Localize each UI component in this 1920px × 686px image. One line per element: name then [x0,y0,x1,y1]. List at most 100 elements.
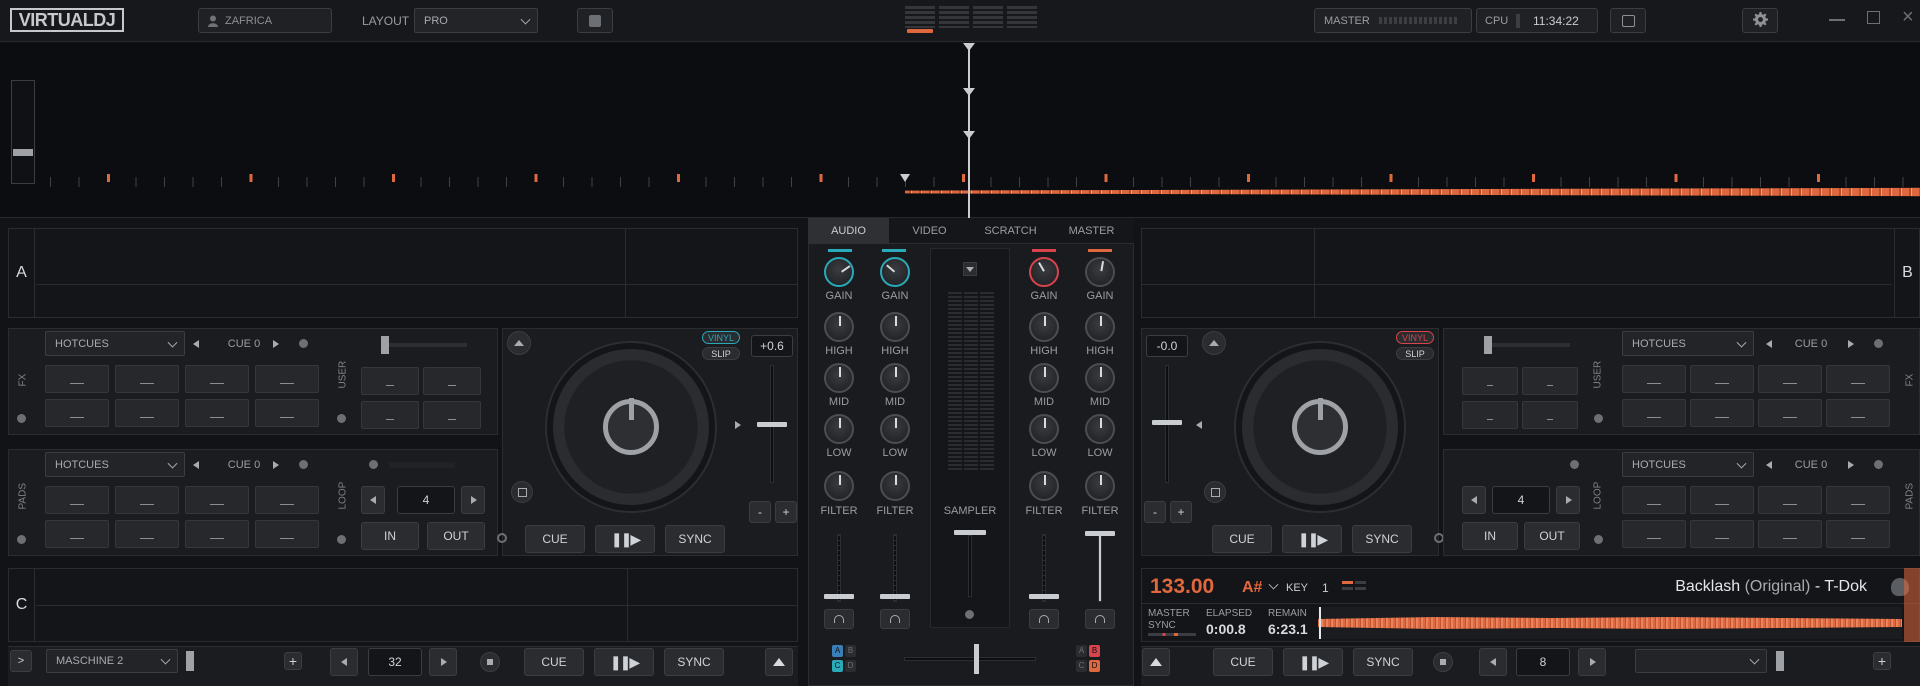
deck-c-loop-halve-button[interactable] [330,648,358,676]
deck-b-pad-7[interactable] [1758,399,1822,427]
deck-c-waveform-panel[interactable]: C [8,568,798,642]
deck-b-loop-dot[interactable] [1594,535,1603,544]
deck-a-loop-halve-button[interactable] [361,486,385,514]
deck-a-cue-prev-top[interactable] [193,340,199,348]
settings-button[interactable] [1742,8,1778,33]
deck-b-pad-12[interactable] [1826,486,1890,514]
deck-a-loop-out-button[interactable]: OUT [427,522,485,550]
deck-a-pad-7[interactable] [185,399,249,427]
deck-a-user-pad-3[interactable] [361,401,419,429]
deck-b-record-dot-top[interactable] [1874,339,1883,348]
deck-a-slip-toggle[interactable]: SLIP [702,347,740,360]
tab-master[interactable]: MASTER [1051,218,1132,244]
deck-b-pad-3[interactable] [1758,365,1822,393]
deck-b-cue-button[interactable]: CUE [1212,525,1272,553]
deck-b-stop-button[interactable] [1433,652,1453,672]
deck-b-pad-9[interactable] [1622,486,1686,514]
deck-b-loop-in-button[interactable]: IN [1462,522,1518,550]
deck-a-loop-dot[interactable] [337,535,346,544]
deck-layout-switcher[interactable] [905,6,1037,34]
deck-b-loop-double-button[interactable] [1556,486,1580,514]
ch3-mid-knob[interactable] [1029,363,1059,393]
deck-a-cue-next-top[interactable] [273,340,279,348]
deck-b-hotcues-select-top[interactable]: HOTCUES [1622,331,1754,356]
deck-b-eject-button[interactable] [1202,331,1226,355]
deck-b-pitch-minus[interactable]: - [1144,501,1166,523]
deck-a-record-dot-bottom[interactable] [299,460,308,469]
deck-a-pad-6[interactable] [115,399,179,427]
deck-b-play-pause-button[interactable]: ❚❚▶ [1282,525,1342,553]
assign-left-c[interactable]: C [832,660,843,672]
deck-b-bottom-loop-double-button[interactable] [1578,648,1606,676]
ch3-headphone-button[interactable] [1029,609,1059,629]
deck-a-loop-slider[interactable] [389,462,455,468]
deck-a-fx-dot[interactable] [17,414,26,423]
deck-b-sync-button[interactable]: SYNC [1352,525,1412,553]
sampler-volume-fader[interactable] [968,535,972,597]
deck-a-user-pad-4[interactable] [423,401,481,429]
layout-block-2[interactable] [939,6,969,28]
ch1-filter-knob[interactable] [824,471,854,501]
deck-b-user-pad-1[interactable] [1462,367,1518,395]
deck-b-pad-13[interactable] [1622,520,1686,548]
deck-c-add-button[interactable]: + [284,652,302,670]
tab-audio[interactable]: AUDIO [808,218,889,244]
deck-b-user-pad-2[interactable] [1522,367,1578,395]
deck-a-pad-5[interactable] [45,399,109,427]
deck-a-jog-wheel[interactable] [547,343,715,511]
deck-c-play-pause-button[interactable]: ❚❚▶ [594,648,654,676]
assign-right-b[interactable]: B [1089,645,1100,657]
ch1-volume-fader[interactable] [837,534,841,602]
deck-a-pad-10[interactable] [115,486,179,514]
deck-b-pad-14[interactable] [1690,520,1754,548]
deck-b-bottom-cue-button[interactable]: CUE [1213,648,1273,676]
deck-b-slip-toggle[interactable]: SLIP [1396,347,1434,360]
deck-b-user-pad-4[interactable] [1522,401,1578,429]
deck-a-gear-icon[interactable] [497,533,507,543]
deck-c-cue-button[interactable]: CUE [524,648,584,676]
deck-a-pad-13[interactable] [45,520,109,548]
deck-a-eject-button[interactable] [507,331,531,355]
deck-b-vinyl-toggle[interactable]: VINYL [1396,331,1434,344]
deck-a-loop-record-dot[interactable] [369,460,378,469]
ch1-low-knob[interactable] [824,414,854,444]
ch2-gain-knob[interactable] [880,257,910,287]
deck-b-pad-1[interactable] [1622,365,1686,393]
deck-b-user-slider[interactable] [1484,343,1570,347]
deck-c-stop-button[interactable] [480,652,500,672]
assign-right-d[interactable]: D [1089,660,1100,672]
ch1-headphone-button[interactable] [824,609,854,629]
mixer-dropdown-button[interactable] [963,262,977,276]
rhythm-waveform-area[interactable] [0,43,1920,218]
deck-a-pad-1[interactable] [45,365,109,393]
minimize-icon[interactable] [1829,19,1845,21]
waveform-zoom-slider[interactable] [11,80,35,184]
broadcast-button[interactable] [577,8,613,33]
ch2-headphone-button[interactable] [880,609,910,629]
layout-block-1[interactable] [905,6,935,28]
crossfader-track[interactable] [904,657,1036,661]
deck-c-controller-select[interactable]: MASCHINE 2 [46,649,178,673]
ch4-filter-knob[interactable] [1085,471,1115,501]
deck-a-cue-button[interactable]: CUE [525,525,585,553]
deck-b-pad-2[interactable] [1690,365,1754,393]
layout-block-4[interactable] [1007,6,1037,28]
ch4-high-knob[interactable] [1085,312,1115,342]
deck-b-pitch-plus[interactable]: + [1170,501,1192,523]
deck-a-user-slider[interactable] [381,343,467,347]
ch4-low-knob[interactable] [1085,414,1115,444]
ch4-volume-handle[interactable] [1085,531,1115,536]
deck-a-sync-settings-button[interactable] [511,481,533,503]
deck-b-user-dot[interactable] [1594,414,1603,423]
deck-b-bottom-loop-halve-button[interactable] [1479,648,1507,676]
crossfader-handle[interactable] [974,644,979,674]
deck-a-pads-dot[interactable] [17,535,26,544]
deck-a-pad-2[interactable] [115,365,179,393]
user-account-button[interactable]: ZAFRICA [198,8,332,33]
deck-c-slider-handle[interactable] [186,651,194,671]
ch3-gain-knob[interactable] [1029,257,1059,287]
deck-b-add-button[interactable]: + [1873,652,1891,670]
cue-marker[interactable] [900,174,910,182]
deck-b-user-slider-handle[interactable] [1484,336,1492,354]
deck-b-bottom-play-pause-button[interactable]: ❚❚▶ [1283,648,1343,676]
